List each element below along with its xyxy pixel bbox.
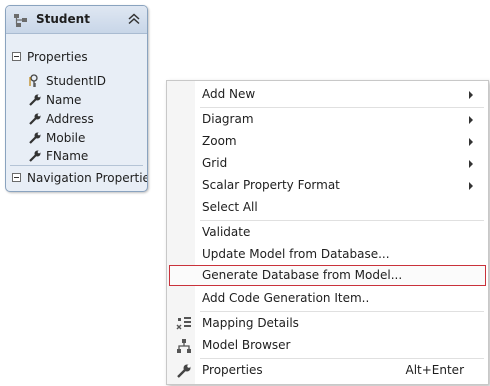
- menu-separator: [200, 107, 484, 108]
- submenu-arrow-icon: [469, 116, 473, 124]
- menu-item-scalar-property-format[interactable]: Scalar Property Format: [169, 175, 486, 196]
- menu-item-label: Diagram: [202, 112, 254, 126]
- navigation-section-label: Navigation Properties: [27, 171, 148, 185]
- menu-item-mapping-details[interactable]: Mapping Details: [169, 313, 486, 334]
- property-label: StudentID: [46, 74, 107, 88]
- submenu-arrow-icon: [469, 160, 473, 168]
- menu-item-generate-database[interactable]: Generate Database from Model...: [169, 265, 486, 286]
- menu-item-shortcut: Alt+Enter: [405, 363, 464, 377]
- menu-item-grid[interactable]: Grid: [169, 153, 486, 174]
- menu-item-select-all[interactable]: Select All: [169, 197, 486, 218]
- menu-item-label: Add New: [202, 87, 256, 101]
- entity-body: Properties StudentID Name Address Mobile…: [6, 34, 147, 191]
- entity-type-icon: [14, 14, 27, 27]
- menu-item-label: Scalar Property Format: [202, 178, 340, 192]
- menu-item-label: Update Model from Database...: [202, 247, 390, 261]
- menu-item-label: Model Browser: [202, 338, 291, 352]
- properties-section-label: Properties: [27, 50, 88, 64]
- menu-item-diagram[interactable]: Diagram: [169, 109, 486, 130]
- menu-item-label: Properties: [202, 363, 263, 377]
- model-browser-icon: [177, 339, 191, 353]
- menu-item-label: Validate: [202, 225, 251, 239]
- menu-item-label: Generate Database from Model...: [202, 268, 403, 282]
- menu-item-add-new[interactable]: Add New: [169, 84, 486, 105]
- wrench-icon: [29, 94, 41, 106]
- menu-item-label: Add Code Generation Item..: [202, 291, 370, 305]
- mapping-details-icon: [176, 317, 191, 330]
- property-label: Mobile: [46, 131, 86, 145]
- wrench-icon: [29, 132, 41, 144]
- menu-item-update-model[interactable]: Update Model from Database...: [169, 244, 486, 265]
- menu-separator: [200, 311, 484, 312]
- menu-item-validate[interactable]: Validate: [169, 222, 486, 243]
- menu-item-label: Grid: [202, 156, 228, 170]
- property-label: Address: [46, 112, 94, 126]
- property-label: Name: [46, 93, 82, 107]
- key-icon: [29, 74, 38, 87]
- menu-item-label: Select All: [202, 200, 258, 214]
- wrench-icon: [177, 364, 191, 378]
- menu-item-model-browser[interactable]: Model Browser: [169, 335, 486, 356]
- wrench-icon: [29, 150, 41, 162]
- menu-separator: [200, 358, 484, 359]
- collapse-toggle-icon[interactable]: [12, 173, 21, 182]
- entity-title: Student: [36, 12, 90, 26]
- student-entity[interactable]: Student Properties StudentID Name Addres…: [5, 5, 148, 192]
- collapse-toggle-icon[interactable]: [12, 52, 21, 61]
- submenu-arrow-icon: [469, 138, 473, 146]
- double-chevron-up-icon[interactable]: [126, 11, 142, 27]
- submenu-arrow-icon: [469, 182, 473, 190]
- menu-item-add-code-generation[interactable]: Add Code Generation Item..: [169, 288, 486, 309]
- submenu-arrow-icon: [469, 91, 473, 99]
- menu-item-properties[interactable]: Properties Alt+Enter: [169, 360, 486, 381]
- property-label: FName: [46, 149, 89, 163]
- context-menu: Add New Diagram Zoom Grid Scalar Propert…: [166, 80, 489, 385]
- menu-item-zoom[interactable]: Zoom: [169, 131, 486, 152]
- section-divider: [10, 165, 143, 166]
- menu-separator: [200, 220, 484, 221]
- entity-header[interactable]: Student: [6, 6, 147, 34]
- menu-item-label: Zoom: [202, 134, 237, 148]
- wrench-icon: [29, 113, 41, 125]
- menu-item-label: Mapping Details: [202, 316, 299, 330]
